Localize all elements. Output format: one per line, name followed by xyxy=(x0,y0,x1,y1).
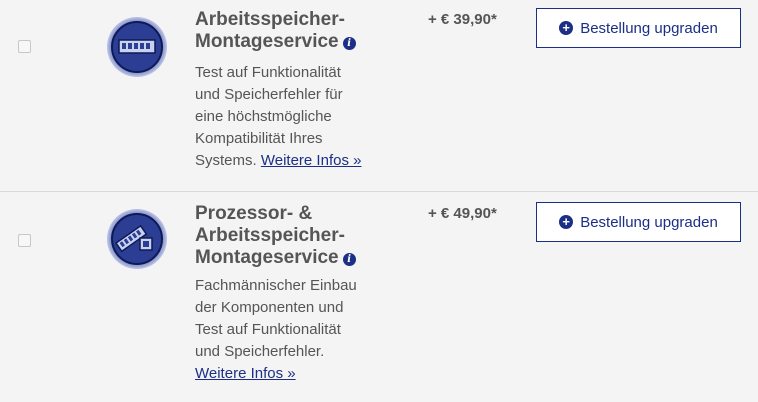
more-info-link[interactable]: Weitere Infos » xyxy=(195,365,296,382)
title-line-text: Montageservice xyxy=(195,31,339,52)
upgrade-button-label: Bestellung upgraden xyxy=(580,19,718,37)
service-description: Fachmännischer Einbau der Komponenten un… xyxy=(195,275,385,385)
service-price: + € 39,90* xyxy=(428,11,497,28)
desc-line: Fachmännischer Einbau xyxy=(195,277,357,294)
upgrade-order-button[interactable]: + Bestellung upgraden xyxy=(536,202,741,242)
info-icon[interactable]: i xyxy=(342,37,356,50)
desc-line: Test auf Funktionalität xyxy=(195,321,341,338)
title-line-text: Montageservice xyxy=(195,247,339,268)
ram-icon xyxy=(107,17,167,77)
service-title: Arbeitsspeicher- Montageservice i xyxy=(195,9,415,53)
upgrade-button-label: Bestellung upgraden xyxy=(580,213,718,231)
title-line: Arbeitsspeicher- xyxy=(195,9,345,30)
plus-circle-icon: + xyxy=(559,21,574,35)
title-line: Montageservice i xyxy=(195,247,415,269)
desc-line: Systems. Weitere Infos » xyxy=(195,150,385,172)
title-line: Arbeitsspeicher- xyxy=(195,225,345,246)
cpu-ram-icon xyxy=(107,209,167,269)
desc-line: der Komponenten und xyxy=(195,299,344,316)
title-line: Prozessor- & xyxy=(195,203,313,224)
service-title: Prozessor- & Arbeitsspeicher- Montageser… xyxy=(195,203,415,269)
service-checkbox[interactable] xyxy=(18,234,31,247)
more-info-link[interactable]: Weitere Infos » xyxy=(261,152,362,169)
desc-line: und Speicherfehler. xyxy=(195,343,325,360)
desc-line: Weitere Infos » xyxy=(195,363,385,385)
desc-line: eine höchstmögliche xyxy=(195,108,332,125)
service-row-cpu-memory: Prozessor- & Arbeitsspeicher- Montageser… xyxy=(0,192,758,402)
plus-circle-icon: + xyxy=(559,215,574,229)
title-line: Montageservice i xyxy=(195,31,415,53)
desc-line: Kompatibilität Ihres xyxy=(195,130,323,147)
info-icon[interactable]: i xyxy=(342,253,356,266)
service-checkbox[interactable] xyxy=(18,40,31,53)
service-price: + € 49,90* xyxy=(428,205,497,222)
desc-line: und Speicherfehler für xyxy=(195,86,343,103)
desc-text: Systems. xyxy=(195,152,257,169)
service-description: Test auf Funktionalität und Speicherfehl… xyxy=(195,62,385,172)
service-row-memory: Arbeitsspeicher- Montageservice i Test au… xyxy=(0,0,758,192)
desc-line: Test auf Funktionalität xyxy=(195,64,341,81)
upgrade-order-button[interactable]: + Bestellung upgraden xyxy=(536,8,741,48)
